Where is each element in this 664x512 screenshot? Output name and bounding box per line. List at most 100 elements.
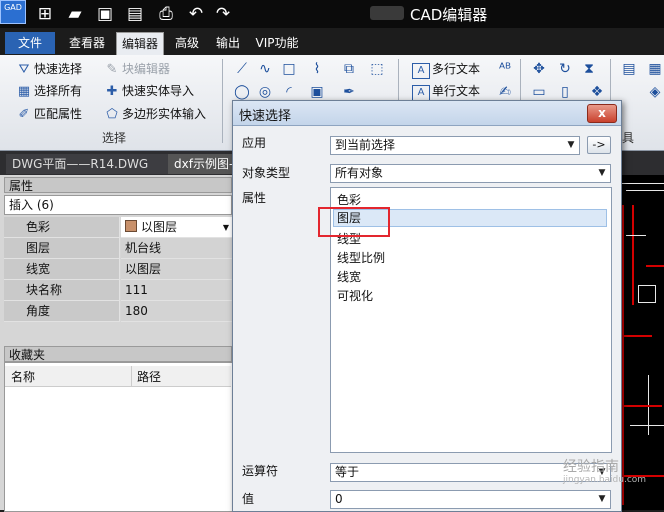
match-props-label: 匹配属性 <box>34 107 83 121</box>
mirror-icon[interactable]: ⧗ <box>580 60 598 78</box>
rect-tool-icon[interactable]: □ <box>280 60 298 78</box>
prop-value-text: 以图层 <box>141 220 178 234</box>
object-type-combo[interactable]: 所有对象 ▼ <box>330 164 611 183</box>
brush-icon: ✐ <box>18 107 30 122</box>
ribbon-group-label: 选择 <box>102 131 127 145</box>
dialog-title-bar[interactable]: 快速选择 x <box>233 101 621 126</box>
erase-icon[interactable]: ▭ <box>530 83 548 101</box>
scale-icon[interactable]: ▯ <box>556 83 574 101</box>
prop-row-blockname[interactable]: 块名称 111 <box>4 280 232 301</box>
circle-tool-icon[interactable]: ◯ <box>233 83 251 101</box>
save-icon[interactable]: ▣ <box>94 3 116 25</box>
layer-props-icon[interactable]: ▦ <box>646 60 664 78</box>
drawing-line <box>630 425 664 426</box>
chevron-down-icon[interactable]: ▼ <box>594 165 610 182</box>
new-file-icon[interactable]: ⊞ <box>34 3 56 25</box>
stext-button[interactable]: A 单行文本 <box>412 82 480 101</box>
drawing-line <box>626 235 646 236</box>
layer-icon[interactable]: ▤ <box>620 60 638 78</box>
prop-row-linewidth[interactable]: 线宽 以图层 <box>4 259 232 280</box>
quick-import-button[interactable]: ✚ 快速实体导入 <box>104 82 194 100</box>
chevron-down-icon[interactable]: ▼ <box>563 137 579 154</box>
doc-tab-dwg[interactable]: DWG平面——R14.DWG <box>6 154 168 174</box>
favorites-columns: 名称 路径 <box>5 366 231 387</box>
prop-value[interactable]: 111 <box>121 280 232 301</box>
prop-value[interactable]: 180 <box>121 301 232 322</box>
move-icon[interactable]: ✥ <box>530 60 548 78</box>
prop-key: 线宽 <box>4 259 120 280</box>
list-item[interactable]: 线宽 <box>337 268 361 286</box>
polygon-input-button[interactable]: ⬠ 多边形实体输入 <box>104 105 206 123</box>
tab-file[interactable]: 文件 <box>5 32 55 54</box>
value-combo[interactable]: 0 ▼ <box>330 490 611 509</box>
filter-icon: ⛛ <box>18 62 30 77</box>
open-folder-icon[interactable]: ▰ <box>64 3 86 25</box>
drawing-line <box>626 190 664 191</box>
block-editor-button[interactable]: ✎ 块编辑器 <box>104 60 170 78</box>
drawing-canvas[interactable] <box>618 175 664 510</box>
prop-row-color[interactable]: 色彩 以图层 ▼ <box>4 217 232 238</box>
polyline-tool-icon[interactable]: ⌇ <box>308 60 326 78</box>
pen-tool-icon[interactable]: ✒ <box>340 83 358 101</box>
text-edit-icon[interactable]: ✍ <box>496 83 514 101</box>
drawing-line <box>620 183 664 184</box>
entity-selector[interactable]: 插入 (6) <box>4 195 232 215</box>
select-all-label: 选择所有 <box>34 84 83 98</box>
tab-advanced[interactable]: 高级 <box>170 32 204 54</box>
property-label: 属性 <box>242 191 267 205</box>
quick-select-dialog: 快速选择 x 应用 到当前选择 ▼ -> 对象类型 所有对象 ▼ 属性 色彩 图… <box>232 100 646 512</box>
mtext-button[interactable]: A 多行文本 <box>412 60 481 79</box>
object-type-label: 对象类型 <box>242 166 291 180</box>
dropdown-arrow-icon[interactable]: ▼ <box>223 217 229 238</box>
spline-tool-icon[interactable]: ∿ <box>256 60 274 78</box>
quick-select-button[interactable]: ⛛ 快速选择 <box>16 60 82 78</box>
text-style-icon[interactable]: ᴬᴮ <box>496 60 514 78</box>
line-tool-icon[interactable]: ⟋ <box>233 60 251 78</box>
quick-select-pick-button[interactable]: -> <box>587 136 611 154</box>
select-all-button[interactable]: ▦ 选择所有 <box>16 82 82 100</box>
chevron-down-icon[interactable]: ▼ <box>594 491 610 508</box>
block-tool-icon[interactable]: ▣ <box>308 83 326 101</box>
copy-tool-icon[interactable]: ⧉ <box>340 60 358 78</box>
apply-combo[interactable]: 到当前选择 ▼ <box>330 136 580 155</box>
list-item[interactable]: 线型比例 <box>337 249 385 267</box>
layer-state-icon[interactable]: ◈ <box>646 83 664 101</box>
prop-row-layer[interactable]: 图层 机台线 <box>4 238 232 259</box>
rotate-icon[interactable]: ↻ <box>556 60 574 78</box>
print-icon[interactable]: ⎙ <box>155 3 177 25</box>
drawing-wall <box>622 335 652 337</box>
undo-icon[interactable]: ↶ <box>185 3 207 25</box>
prop-row-angle[interactable]: 角度 180 <box>4 301 232 322</box>
tab-editor[interactable]: 编辑器 <box>116 32 164 55</box>
save-as-icon[interactable]: ▤ <box>124 3 146 25</box>
mtext-label: 多行文本 <box>432 62 481 76</box>
drawing-wall <box>632 205 634 305</box>
close-button[interactable]: x <box>587 104 617 123</box>
prop-value[interactable]: 以图层 <box>121 259 232 280</box>
watermark-text: 经验指南 <box>563 459 619 475</box>
app-logo-text: GAD <box>4 3 22 12</box>
operator-value: 等于 <box>335 465 360 479</box>
tab-viewer[interactable]: 查看器 <box>64 32 110 54</box>
list-item[interactable]: 可视化 <box>337 287 373 305</box>
drawing-wall <box>622 405 662 407</box>
value-combo-value: 0 <box>335 492 343 506</box>
match-props-button[interactable]: ✐ 匹配属性 <box>16 105 82 123</box>
apply-label: 应用 <box>242 136 267 150</box>
polygon-input-label: 多边形实体输入 <box>122 107 207 121</box>
quick-select-label: 快速选择 <box>34 62 83 76</box>
column-name[interactable]: 名称 <box>11 368 35 385</box>
properties-header: 属性 <box>4 177 232 193</box>
select-tool-icon[interactable]: ⬚ <box>368 60 386 78</box>
stext-icon: A <box>412 85 430 101</box>
explode-icon[interactable]: ❖ <box>588 83 606 101</box>
ellipse-tool-icon[interactable]: ◎ <box>256 83 274 101</box>
ribbon-separator <box>222 59 223 143</box>
arc-tool-icon[interactable]: ◜ <box>280 83 298 101</box>
tab-output[interactable]: 输出 <box>211 32 245 54</box>
column-path[interactable]: 路径 <box>137 368 161 385</box>
prop-value[interactable]: 机台线 <box>121 238 232 259</box>
tab-vip[interactable]: VIP功能 <box>252 32 302 54</box>
prop-value[interactable]: 以图层 ▼ <box>121 217 232 238</box>
redo-icon[interactable]: ↷ <box>212 3 234 25</box>
